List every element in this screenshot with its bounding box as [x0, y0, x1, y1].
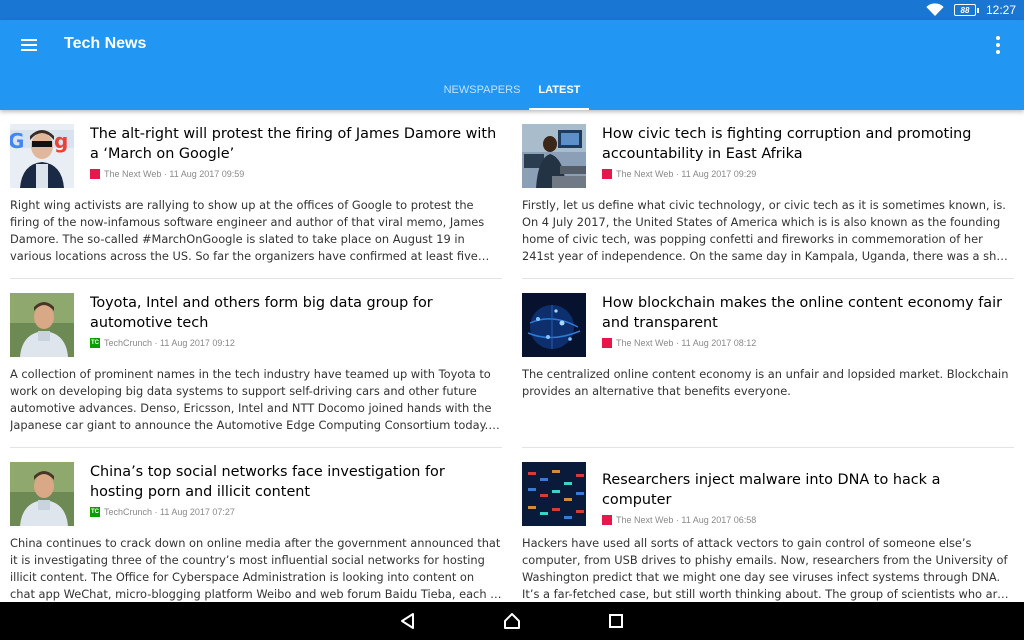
article-date: 11 Aug 2017 09:59: [169, 169, 245, 179]
article-title[interactable]: How blockchain makes the online content …: [602, 293, 1014, 333]
tab-bar: NEWSPAPERS LATEST: [0, 70, 1024, 110]
home-icon[interactable]: [499, 608, 525, 634]
article-card[interactable]: Researchers inject malware into DNA to h…: [512, 448, 1024, 602]
more-vertical-icon[interactable]: [986, 34, 1010, 56]
clock: 12:27: [985, 3, 1016, 17]
meta-separator: ·: [152, 338, 161, 348]
article-meta: TechCrunch · 11 Aug 2017 07:27: [90, 507, 502, 517]
tnw-logo-icon: [602, 169, 612, 179]
svg-text:g: g: [54, 129, 68, 153]
article-thumbnail: [10, 293, 74, 357]
article-meta: The Next Web · 11 Aug 2017 09:29: [602, 169, 1014, 179]
article-date: 11 Aug 2017 07:27: [160, 507, 235, 517]
tnw-logo-icon: [90, 169, 100, 179]
article-card[interactable]: China’s top social networks face investi…: [0, 448, 512, 602]
system-nav-bar: [0, 602, 1024, 640]
techcrunch-logo-icon: [90, 507, 100, 517]
article-excerpt: A collection of prominent names in the t…: [10, 367, 492, 432]
article-source: The Next Web: [104, 169, 162, 179]
article-title[interactable]: How civic tech is fighting corruption an…: [602, 124, 1014, 164]
meta-separator: ·: [673, 169, 682, 179]
article-thumbnail: [522, 124, 586, 188]
recents-square-icon[interactable]: [603, 608, 629, 634]
back-triangle-icon[interactable]: [395, 608, 421, 634]
article-title[interactable]: The alt-right will protest the firing of…: [90, 124, 502, 164]
article-excerpt: The centralized online content economy i…: [522, 367, 1009, 398]
article-date: 11 Aug 2017 06:58: [681, 515, 757, 525]
hamburger-menu-icon[interactable]: [12, 32, 46, 58]
article-title[interactable]: China’s top social networks face investi…: [90, 462, 502, 502]
article-excerpt: Right wing activists are rallying to sho…: [10, 198, 485, 263]
article-thumbnail: [10, 462, 74, 526]
article-meta: TechCrunch · 11 Aug 2017 09:12: [90, 338, 502, 348]
article-date: 11 Aug 2017 08:12: [681, 338, 757, 348]
battery-icon: 88: [953, 4, 979, 16]
meta-separator: ·: [673, 515, 682, 525]
article-source: The Next Web: [616, 515, 674, 525]
article-excerpt: Hackers have used all sorts of attack ve…: [522, 536, 1008, 601]
article-card[interactable]: How civic tech is fighting corruption an…: [512, 110, 1024, 279]
article-feed[interactable]: G g The alt-right will protest the firin…: [0, 110, 1024, 602]
meta-separator: ·: [152, 507, 161, 517]
article-source: TechCrunch: [104, 507, 153, 517]
wifi-icon: [926, 3, 944, 16]
svg-text:G: G: [10, 129, 24, 153]
meta-separator: ·: [161, 169, 170, 179]
article-date: 11 Aug 2017 09:12: [160, 338, 235, 348]
techcrunch-logo-icon: [90, 338, 100, 348]
article-thumbnail: [522, 293, 586, 357]
article-date: 11 Aug 2017 09:29: [681, 169, 757, 179]
tab-newspapers[interactable]: NEWSPAPERS: [435, 70, 530, 110]
article-source: TechCrunch: [104, 338, 153, 348]
article-meta: The Next Web · 11 Aug 2017 08:12: [602, 338, 1014, 348]
screen: 88 12:27 Tech News NEWSPAPERS LATEST G g: [0, 0, 1024, 640]
battery-level: 88: [960, 5, 970, 15]
tnw-logo-icon: [602, 338, 612, 348]
article-excerpt: China continues to crack down on online …: [10, 536, 502, 601]
status-bar: 88 12:27: [0, 0, 1024, 20]
article-meta: The Next Web · 11 Aug 2017 09:59: [90, 169, 502, 179]
tab-latest[interactable]: LATEST: [529, 70, 590, 110]
article-thumbnail: G g: [10, 124, 74, 188]
article-excerpt: Firstly, let us define what civic techno…: [522, 198, 1013, 263]
meta-separator: ·: [673, 338, 682, 348]
tnw-logo-icon: [602, 515, 612, 525]
article-title[interactable]: Toyota, Intel and others form big data g…: [90, 293, 502, 333]
app-title: Tech News: [64, 35, 147, 52]
article-source: The Next Web: [616, 169, 674, 179]
article-card[interactable]: Toyota, Intel and others form big data g…: [0, 279, 512, 448]
article-card[interactable]: How blockchain makes the online content …: [512, 279, 1024, 448]
article-source: The Next Web: [616, 338, 674, 348]
article-meta: The Next Web · 11 Aug 2017 06:58: [602, 515, 1014, 525]
article-card[interactable]: G g The alt-right will protest the firin…: [0, 110, 512, 279]
article-title[interactable]: Researchers inject malware into DNA to h…: [602, 470, 1014, 510]
article-thumbnail: [522, 462, 586, 526]
app-bar: Tech News NEWSPAPERS LATEST: [0, 20, 1024, 110]
